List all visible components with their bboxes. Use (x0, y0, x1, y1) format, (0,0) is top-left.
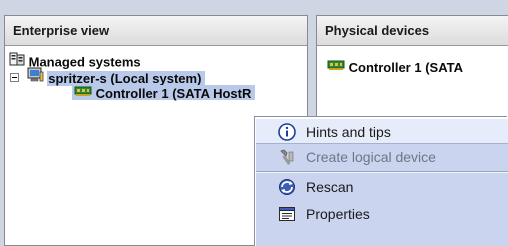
collapse-expander-icon[interactable] (10, 72, 19, 82)
controller-card-icon (327, 58, 345, 75)
tree-item-controller[interactable]: Controller 1 (SATA HostR (72, 84, 256, 102)
app-window: Enterprise view Managed systems spritzer… (0, 0, 508, 246)
physical-device-controller-label: Controller 1 (SATA (348, 60, 463, 76)
menu-item-create-logical-device[interactable]: Create logical device (256, 144, 508, 170)
physical-device-controller[interactable]: Controller 1 (SATA (327, 58, 463, 75)
controller-card-icon (74, 84, 92, 101)
context-menu: Hints and tips Create logical device Res… (255, 117, 508, 246)
tree-item-system[interactable]: spritzer-s (Local system) (10, 67, 206, 87)
rescan-icon (278, 178, 296, 196)
physical-devices-header[interactable]: Physical devices (317, 16, 508, 46)
menu-item-properties[interactable]: Properties (256, 201, 508, 227)
computer-icon (27, 67, 44, 87)
properties-icon (278, 205, 296, 223)
info-icon (278, 123, 296, 141)
wand-icon (278, 148, 296, 166)
tree-label-controller: Controller 1 (SATA HostR (95, 86, 252, 102)
enterprise-view-header[interactable]: Enterprise view (5, 16, 307, 46)
menu-separator (256, 171, 508, 173)
menu-item-hints-and-tips[interactable]: Hints and tips (256, 118, 508, 144)
menu-item-rescan[interactable]: Rescan (256, 174, 508, 200)
